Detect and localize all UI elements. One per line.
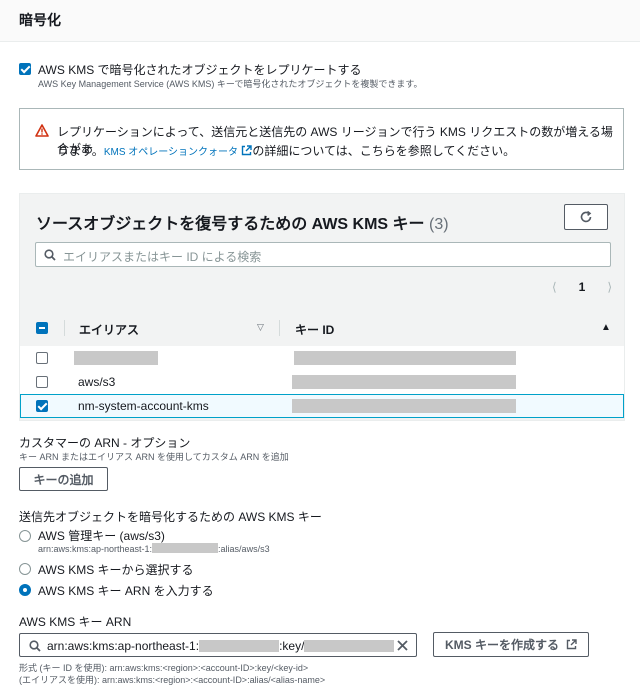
kms-arn-format-alias: (エイリアスを使用): arn:aws:kms:<region>:<accoun… [19,675,326,685]
redacted-key-id [304,640,395,652]
redacted-key-id [292,399,516,413]
alias-cell: nm-system-account-kms [78,399,209,413]
alias-column-header[interactable]: エイリアス [79,321,139,338]
sort-up-icon[interactable]: ▲ [601,322,611,333]
next-page-icon[interactable]: ⟩ [607,280,612,294]
kms-arn-label: AWS KMS キー ARN [19,615,132,629]
source-keys-count: (3) [429,216,449,233]
external-link-icon [566,639,577,650]
table-row-selected[interactable]: nm-system-account-kms [20,394,624,418]
aws-managed-key-label: AWS 管理キー (aws/s3) [38,529,165,543]
table-row[interactable]: aws/s3 [20,370,624,394]
warning-icon [35,124,49,137]
column-divider [64,320,65,336]
kms-arn-input[interactable]: arn:aws:kms:ap-northeast-1: :key/ [19,633,417,657]
select-all-checkbox[interactable] [36,322,48,334]
create-kms-key-label: KMS キーを作成する [444,638,559,652]
replicate-kms-description: AWS Key Management Service (AWS KMS) キーで… [38,79,423,89]
warning-alert: レプリケーションによって、送信元と送信先の AWS リージョンで行う KMS リ… [19,108,624,170]
redacted-alias [74,351,158,365]
kms-arn-mid: :key/ [279,639,305,653]
search-icon [44,249,56,261]
kms-arn-prefix: arn:aws:kms:ap-northeast-1: [47,639,200,653]
row-checkbox[interactable] [36,352,48,364]
redacted-account-id [152,543,219,553]
source-keys-table-container: ソースオブジェクトを復号するための AWS KMS キー (3) エイリアスまた… [19,193,625,421]
replicate-kms-checkbox[interactable] [19,63,31,75]
refresh-button[interactable] [564,204,608,230]
column-divider [279,320,280,336]
customer-arn-label: カスタマーの ARN - オプション [19,436,191,450]
alert-text-line2: ります。KMS オペレーションクォータ の詳細については、こちらを参照してくださ… [57,142,515,159]
aws-managed-key-arn: arn:aws:kms:ap-northeast-1: :alias/aws/s3 [38,543,270,554]
managed-arn-prefix: arn:aws:kms:ap-northeast-1: [38,544,153,554]
add-key-button[interactable]: キーの追加 [19,467,108,491]
current-page[interactable]: 1 [579,280,586,294]
sort-down-icon[interactable]: ▽ [257,322,264,333]
alert-text-suffix: の詳細については、こちらを参照してください。 [252,144,516,158]
replicate-kms-label: AWS KMS で暗号化されたオブジェクトをレプリケートする [38,63,362,77]
managed-arn-suffix: :alias/aws/s3 [218,544,270,554]
source-keys-title-text: ソースオブジェクトを復号するための AWS KMS キー [36,216,425,233]
pagination: ⟨ 1 ⟩ [552,280,612,294]
table-header: エイリアス ▽ キー ID ▲ [20,311,624,345]
prev-page-icon[interactable]: ⟨ [552,280,557,294]
section-header: 暗号化 [0,0,640,42]
customer-arn-hint: キー ARN またはエイリアス ARN を使用してカスタム ARN を追加 [19,452,289,462]
key-id-column-header[interactable]: キー ID [295,321,334,338]
radio-choose-kms-key[interactable] [19,563,31,575]
key-search-placeholder: エイリアスまたはキー ID による検索 [63,250,262,264]
alert-text-prefix: ります。 [57,144,104,158]
dest-key-label: 送信先オブジェクトを暗号化するための AWS KMS キー [19,510,322,524]
kms-arn-value: arn:aws:kms:ap-northeast-1: :key/ [47,639,395,653]
external-link-icon[interactable] [241,145,253,156]
key-search-input[interactable]: エイリアスまたはキー ID による検索 [35,242,611,267]
radio-enter-kms-arn[interactable] [19,584,31,596]
search-icon [29,640,41,652]
radio-aws-managed-key[interactable] [19,530,31,542]
redacted-account-id [199,640,280,652]
table-row[interactable] [20,346,624,370]
redacted-key-id [294,351,516,365]
source-keys-title: ソースオブジェクトを復号するための AWS KMS キー (3) [36,210,449,234]
row-checkbox[interactable] [36,376,48,388]
redacted-key-id [292,375,516,389]
create-kms-key-button[interactable]: KMS キーを作成する [433,632,589,657]
alias-cell: aws/s3 [78,375,116,389]
refresh-icon [580,210,592,223]
kms-quota-link[interactable]: KMS オペレーションクォータ [104,147,238,158]
clear-icon[interactable] [397,640,408,651]
section-title: 暗号化 [19,12,61,28]
row-checkbox[interactable] [36,400,48,412]
enter-kms-arn-label: AWS KMS キー ARN を入力する [38,584,214,598]
choose-kms-key-label: AWS KMS キーから選択する [38,563,194,577]
